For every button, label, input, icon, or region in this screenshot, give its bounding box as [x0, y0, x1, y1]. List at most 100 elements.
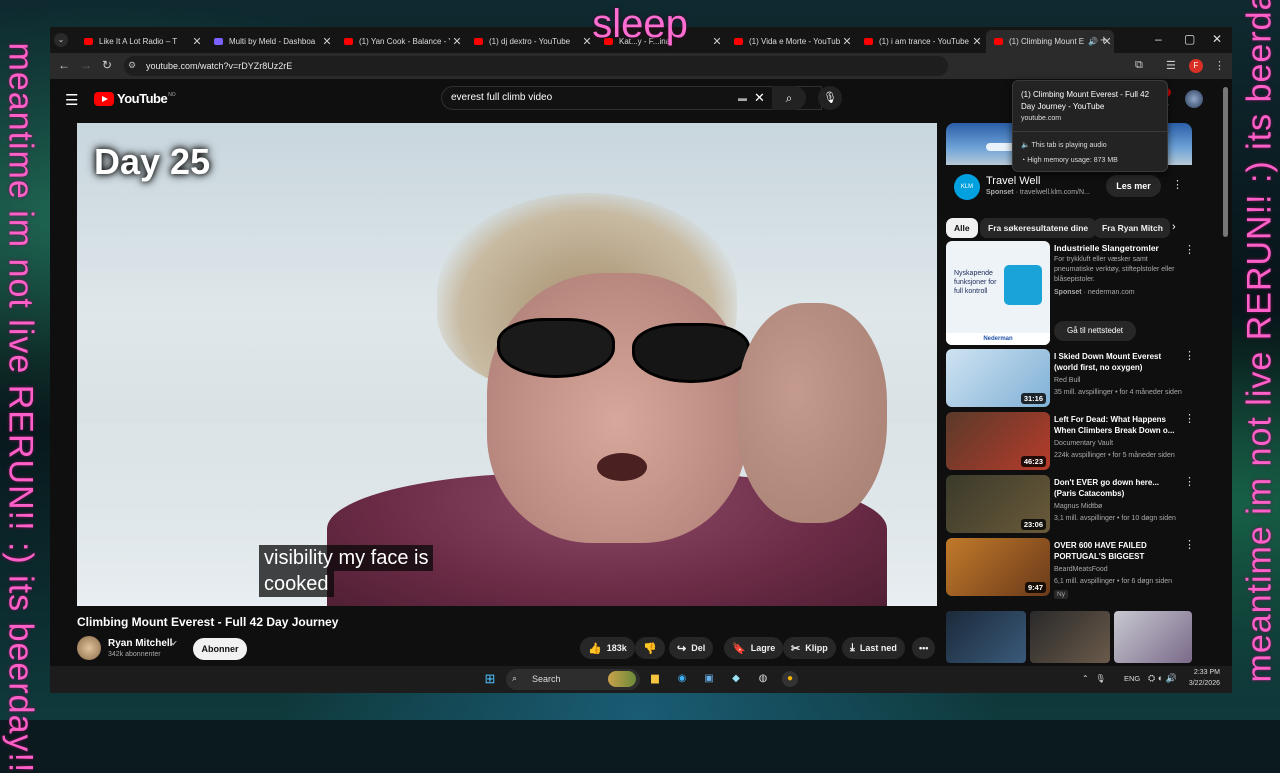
- app-icon[interactable]: ▣: [701, 671, 717, 687]
- save-button[interactable]: 🔖 Lagre: [724, 637, 784, 659]
- tab-close-icon[interactable]: ✕: [450, 35, 464, 48]
- forward-arrow-icon[interactable]: →: [80, 58, 92, 72]
- taskbar-date[interactable]: 3/22/2026: [1182, 680, 1220, 687]
- related-video-item[interactable]: 9:47 OVER 600 HAVE FAILED PORTUGAL'S BIGG…: [946, 538, 1195, 599]
- hamburger-menu-icon[interactable]: ☰: [65, 91, 78, 109]
- browser-tab[interactable]: (1) i am trance - YouTube ✕: [856, 30, 984, 53]
- video-title-link[interactable]: Left For Dead: What Happens When Climber…: [1054, 414, 1178, 436]
- tab-close-icon[interactable]: ✕: [970, 35, 984, 48]
- chip-all[interactable]: Alle: [946, 218, 978, 238]
- chrome-menu-icon[interactable]: ⋮: [1214, 59, 1225, 72]
- edge-browser-icon[interactable]: ◉: [674, 671, 690, 687]
- chip-from-search[interactable]: Fra søkeresultatene dine: [980, 218, 1097, 238]
- channel-avatar[interactable]: [77, 636, 101, 660]
- site-info-icon[interactable]: ⚙: [128, 60, 136, 71]
- profile-avatar[interactable]: F: [1189, 59, 1203, 73]
- window-close-button[interactable]: ✕: [1212, 32, 1222, 46]
- system-tray-chevron-icon[interactable]: ⌃ 🎙: [1082, 674, 1106, 683]
- ad-advertiser-logo[interactable]: KLM: [954, 174, 980, 200]
- new-tab-button[interactable]: +: [1100, 32, 1108, 47]
- windows-start-icon[interactable]: ⊞: [482, 671, 498, 687]
- youtube-logo[interactable]: YouTube NO: [94, 91, 176, 106]
- voice-search-button[interactable]: 🎙: [818, 86, 842, 110]
- bottom-thumbnails-row: [946, 611, 1192, 663]
- taskbar-time[interactable]: 2:33 PM: [1186, 669, 1220, 676]
- bottom-thumbnail[interactable]: [946, 611, 1026, 663]
- ad2-more-icon[interactable]: ⋮: [1184, 243, 1195, 256]
- download-button[interactable]: ⤓ Last ned: [842, 637, 905, 659]
- related-video-item[interactable]: 23:06 Don't EVER go down here... (Paris C…: [946, 475, 1195, 533]
- ad-title[interactable]: Travel Well: [986, 175, 1040, 187]
- app-icon[interactable]: ◍: [755, 671, 771, 687]
- ad2-title[interactable]: Industrielle Slangetromler: [1054, 243, 1159, 253]
- network-volume-icons[interactable]: ⛭ ◐ 🔊: [1148, 673, 1177, 684]
- video-thumbnail[interactable]: 31:16: [946, 349, 1050, 407]
- bottom-thumbnail[interactable]: [1030, 611, 1110, 663]
- video-thumbnail[interactable]: 23:06: [946, 475, 1050, 533]
- address-bar[interactable]: youtube.com/watch?v=rDYZr8Uz2rE: [124, 56, 948, 76]
- browser-tab[interactable]: Multi by Meld - Dashboa ✕: [206, 30, 334, 53]
- scrollbar-thumb[interactable]: [1223, 87, 1228, 237]
- like-button[interactable]: 👍 183k: [580, 637, 635, 659]
- browser-tab[interactable]: (1) Yan Cook - Balance - Y ✕: [336, 30, 464, 53]
- tab-close-icon[interactable]: ✕: [840, 35, 854, 48]
- video-meta: 6,1 mill. avspillinger • for 6 døgn side…: [1054, 578, 1173, 585]
- video-thumbnail[interactable]: 9:47: [946, 538, 1050, 596]
- bottom-thumbnail[interactable]: [1114, 611, 1192, 663]
- tab-search-button[interactable]: ⌄: [54, 33, 68, 47]
- account-avatar[interactable]: [1185, 90, 1203, 108]
- file-explorer-icon[interactable]: ▆: [647, 671, 663, 687]
- ad2-image[interactable]: Nyskapende funksjoner for full kontroll …: [946, 241, 1050, 345]
- chrome-icon[interactable]: ●: [782, 671, 798, 687]
- keyboard-icon[interactable]: ▬: [738, 93, 747, 103]
- maximize-button[interactable]: ▢: [1184, 32, 1195, 46]
- back-arrow-icon[interactable]: ←: [58, 58, 70, 72]
- dislike-button[interactable]: 👎: [635, 637, 665, 659]
- video-channel[interactable]: BeardMeatsFood: [1054, 566, 1108, 573]
- tab-close-icon[interactable]: ✕: [190, 35, 204, 48]
- video-thumbnail[interactable]: 46:23: [946, 412, 1050, 470]
- ad-more-icon[interactable]: ⋮: [1172, 178, 1183, 191]
- chip-next-chevron-icon[interactable]: ›: [1172, 221, 1176, 233]
- reading-list-icon[interactable]: ☰: [1166, 59, 1176, 72]
- reload-icon[interactable]: ↻: [102, 58, 112, 72]
- ad-meta: Sponset · travelwell.klm.com/N...: [986, 189, 1090, 196]
- search-highlight-icon[interactable]: [608, 671, 636, 687]
- extensions-icon[interactable]: ⧉: [1135, 59, 1143, 72]
- ad-learn-more-button[interactable]: Les mer: [1106, 175, 1161, 197]
- minimize-button[interactable]: –: [1155, 32, 1162, 46]
- memory-icon: ◔: [1021, 157, 1026, 164]
- more-actions-button[interactable]: •••: [912, 637, 936, 659]
- video-channel[interactable]: Red Bull: [1054, 377, 1080, 384]
- browser-tab[interactable]: (1) Climbing Mount E 🔊 ✕: [986, 30, 1114, 53]
- video-more-icon[interactable]: ⋮: [1184, 349, 1195, 362]
- related-video-item[interactable]: 46:23 Left For Dead: What Happens When Cl…: [946, 412, 1195, 470]
- browser-tab[interactable]: Like It A Lot Radio – T ✕: [76, 30, 204, 53]
- video-more-icon[interactable]: ⋮: [1184, 538, 1195, 551]
- page-scrollbar[interactable]: [1220, 79, 1232, 693]
- video-title-link[interactable]: I Skied Down Mount Everest (world first,…: [1054, 351, 1178, 373]
- subscriber-count: 342k abonnenter: [108, 651, 161, 658]
- video-more-icon[interactable]: ⋮: [1184, 412, 1195, 425]
- video-title-link[interactable]: Don't EVER go down here... (Paris Cataco…: [1054, 477, 1178, 499]
- search-button[interactable]: ⌕: [772, 86, 806, 110]
- video-title-link[interactable]: OVER 600 HAVE FAILED PORTUGAL'S BIGGEST …: [1054, 540, 1178, 562]
- subscribe-button[interactable]: Abonner: [193, 638, 247, 660]
- app-icon[interactable]: ◆: [728, 671, 744, 687]
- clear-search-icon[interactable]: ✕: [754, 90, 765, 106]
- tab-close-icon[interactable]: ✕: [320, 35, 334, 48]
- tab-audio-icon[interactable]: 🔊: [1086, 37, 1100, 46]
- related-video-item[interactable]: 31:16 I Skied Down Mount Everest (world f…: [946, 349, 1195, 407]
- language-indicator[interactable]: ENG: [1124, 674, 1140, 683]
- video-player[interactable]: Day 25 visibility my face is cooked: [77, 123, 937, 606]
- chip-from-channel[interactable]: Fra Ryan Mitch: [1094, 218, 1170, 238]
- browser-tab[interactable]: (1) Vida e Morte - YouTub ✕: [726, 30, 854, 53]
- video-channel[interactable]: Documentary Vault: [1054, 440, 1113, 447]
- video-channel[interactable]: Magnus Midtbø: [1054, 503, 1102, 510]
- clip-button[interactable]: ✂ Klipp: [783, 637, 836, 659]
- channel-name[interactable]: Ryan Mitchell: [108, 638, 172, 649]
- search-icon: ⌕: [785, 91, 793, 105]
- video-more-icon[interactable]: ⋮: [1184, 475, 1195, 488]
- ad2-visit-site-button[interactable]: Gå til nettstedet: [1054, 321, 1136, 341]
- share-button[interactable]: ↪ Del: [669, 637, 714, 659]
